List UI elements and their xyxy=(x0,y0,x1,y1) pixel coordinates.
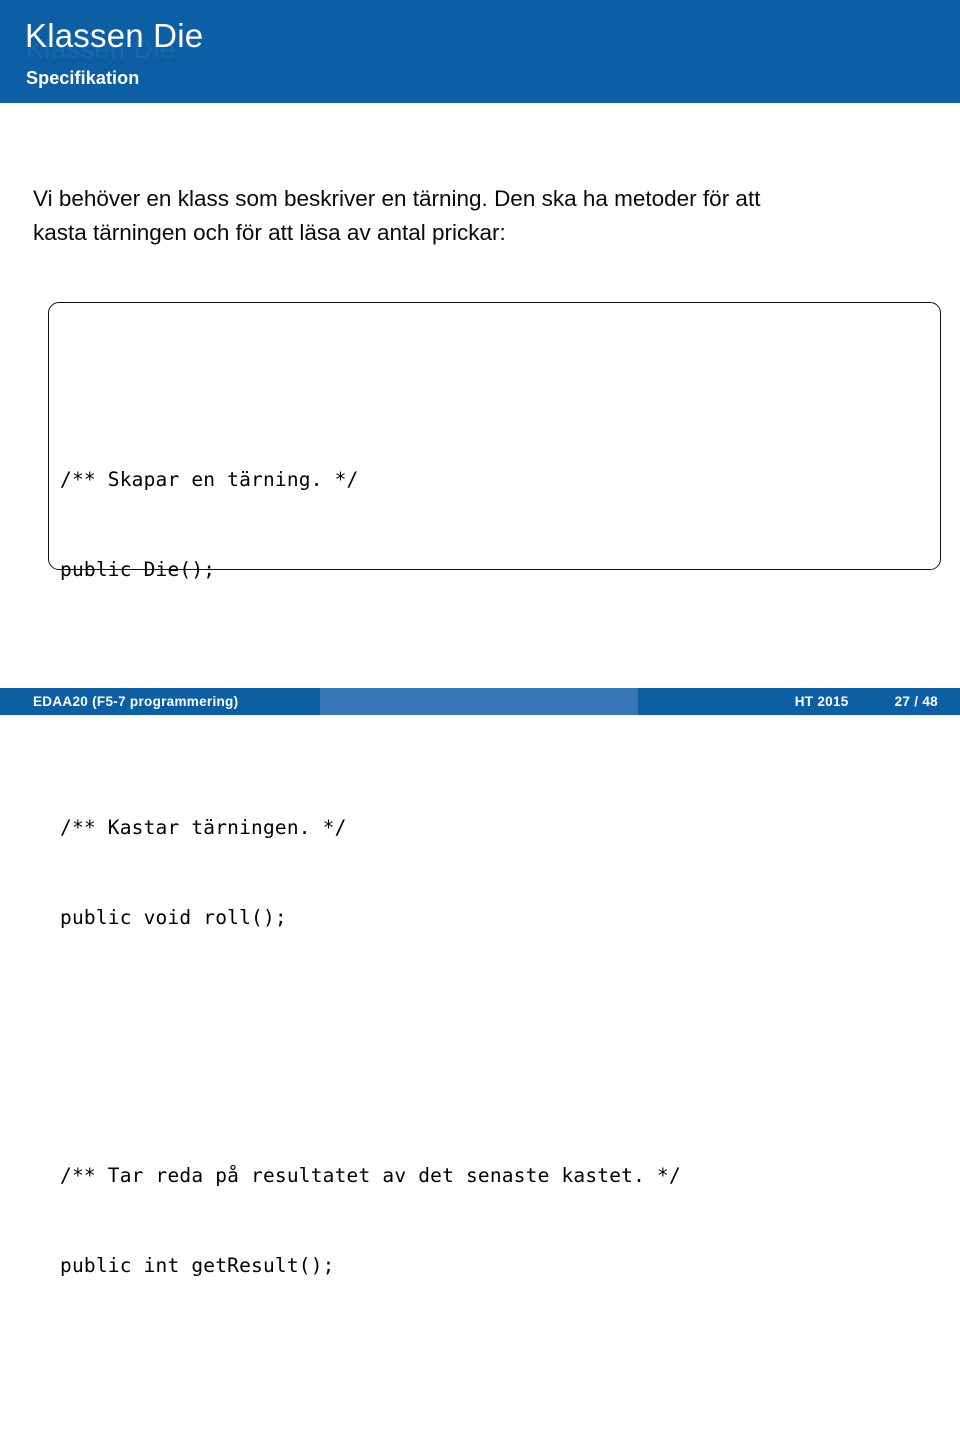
footer-term-label: HT 2015 xyxy=(794,694,849,709)
page-title: Klassen Die xyxy=(25,17,204,54)
footer-middle-segment xyxy=(320,688,638,715)
code-group-get-result: /** Tar reda på resultatet av det senast… xyxy=(60,1101,681,1341)
code-group-constructor: /** Skapar en tärning. */ public Die(); xyxy=(60,405,681,645)
intro-paragraph-line-2: kasta tärningen och för att läsa av anta… xyxy=(33,220,506,245)
code-comment-line: /** Skapar en tärning. */ xyxy=(60,468,359,491)
slide-header-bar: Klassen Die Klassen Die Specifikation xyxy=(0,0,960,103)
slide-footer-bar: EDAA20 (F5-7 programmering) HT 2015 27 /… xyxy=(0,688,960,715)
footer-meta-segment: HT 2015 27 / 48 xyxy=(638,688,960,715)
page-subtitle: Specifikation xyxy=(26,68,140,88)
code-comment-line: /** Kastar tärningen. */ xyxy=(60,816,347,839)
slide-content-area: Vi behöver en klass som beskriver en tär… xyxy=(0,103,960,1277)
intro-paragraph: Vi behöver en klass som beskriver en tär… xyxy=(33,182,923,250)
intro-paragraph-line-1: Vi behöver en klass som beskriver en tär… xyxy=(33,186,761,211)
footer-course-segment: EDAA20 (F5-7 programmering) xyxy=(0,688,320,715)
code-specification-box: /** Skapar en tärning. */ public Die(); … xyxy=(48,302,941,1277)
code-comment-line: /** Tar reda på resultatet av det senast… xyxy=(60,1164,681,1187)
footer-page-number: 27 / 48 xyxy=(894,694,938,709)
code-listing: /** Skapar en tärning. */ public Die(); … xyxy=(60,315,681,1430)
footer-course-label: EDAA20 (F5-7 programmering) xyxy=(33,694,239,709)
code-signature-line: public void roll(); xyxy=(60,906,287,929)
code-signature-line: public int getResult(); xyxy=(60,1254,335,1277)
code-signature-line: public Die(); xyxy=(60,558,216,581)
code-group-roll: /** Kastar tärningen. */ public void rol… xyxy=(60,753,681,993)
